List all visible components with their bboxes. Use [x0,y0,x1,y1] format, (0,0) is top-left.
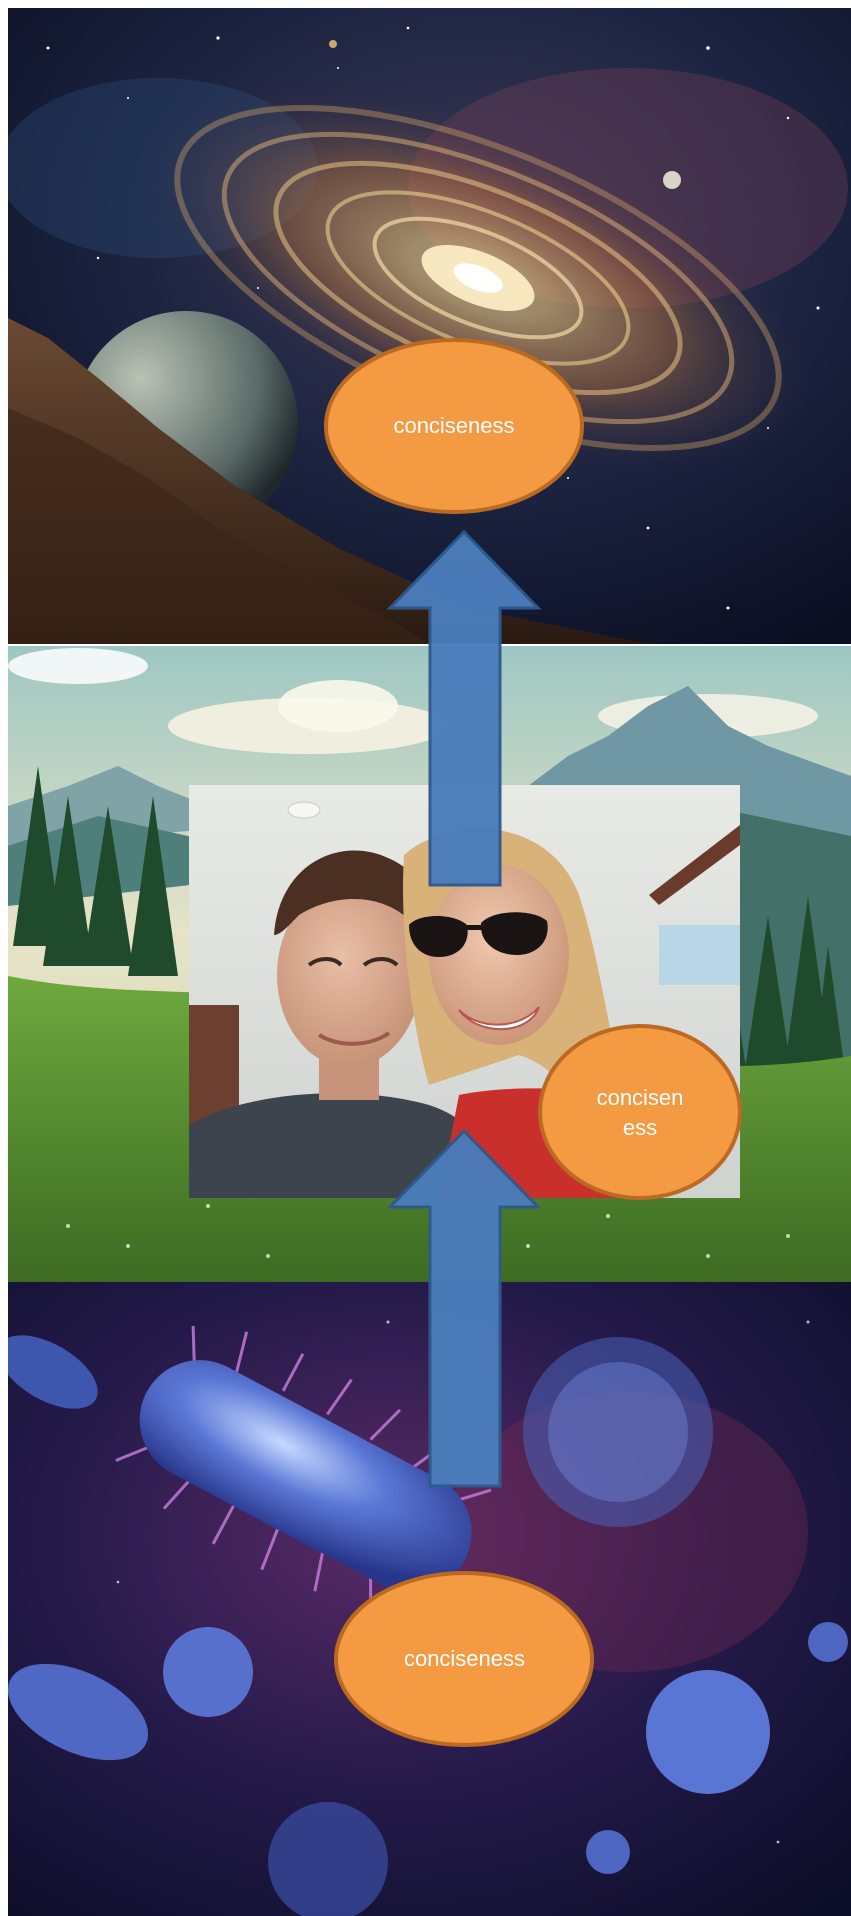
node-label-bottom: conciseness [403,1646,526,1671]
node-label-middle: concisen ess [596,1084,684,1140]
galaxy-image [8,8,851,644]
node-label-top: conciseness [393,413,515,438]
